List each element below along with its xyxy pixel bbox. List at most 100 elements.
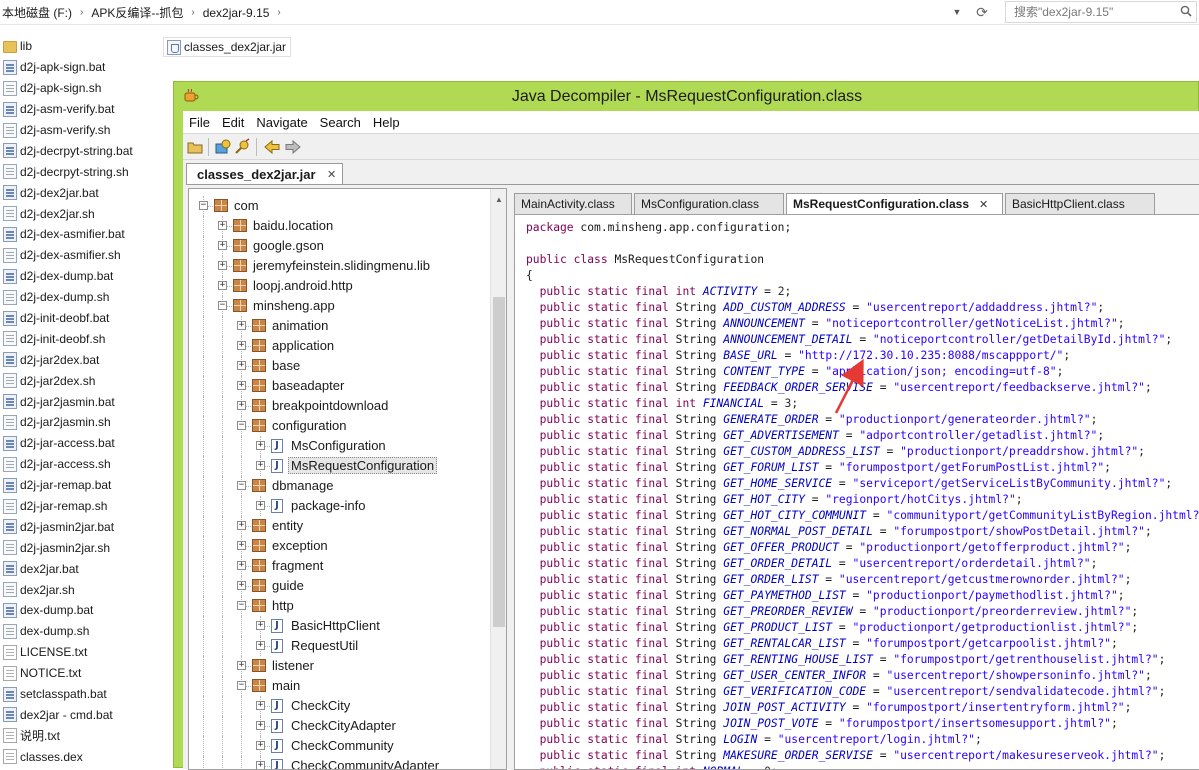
tree-package-node[interactable]: loopj.android.http (189, 276, 489, 296)
expand-icon[interactable] (218, 281, 227, 290)
tree-class-node[interactable]: J CheckCommunity (189, 736, 489, 756)
expand-icon[interactable] (256, 641, 265, 650)
file-item[interactable]: d2j-dex-asmifier.sh (0, 245, 160, 266)
expand-icon[interactable] (218, 261, 227, 270)
search-tool-icon[interactable] (233, 138, 251, 156)
file-item[interactable]: d2j-jasmin2jar.bat (0, 516, 160, 537)
forward-arrow-icon[interactable] (284, 138, 302, 156)
close-icon[interactable]: ✕ (979, 199, 988, 211)
search-input[interactable] (1006, 2, 1176, 22)
open-type-icon[interactable] (214, 138, 232, 156)
back-arrow-icon[interactable] (263, 138, 281, 156)
scrollbar-thumb[interactable] (493, 297, 505, 627)
file-item[interactable]: dex2jar.sh (0, 579, 160, 600)
tree-package-node[interactable]: baidu.location (189, 216, 489, 236)
expand-icon[interactable] (256, 461, 265, 470)
jar-file-item[interactable]: classes_dex2jar.jar (163, 37, 292, 57)
menu-edit[interactable]: Edit (216, 115, 250, 130)
file-item[interactable]: d2j-jasmin2jar.sh (0, 537, 160, 558)
menu-search[interactable]: Search (314, 115, 367, 130)
search-box[interactable] (1005, 1, 1197, 23)
file-item[interactable]: classes.dex (0, 746, 160, 767)
file-item[interactable]: dex-dump.bat (0, 600, 160, 621)
scroll-up-arrow-icon[interactable]: ▲ (495, 195, 503, 204)
file-item[interactable]: d2j-jar-remap.bat (0, 475, 160, 496)
chevron-right-icon[interactable]: › (185, 7, 200, 18)
collapse-icon[interactable] (218, 301, 227, 310)
expand-icon[interactable] (256, 701, 265, 710)
file-item[interactable]: d2j-init-deobf.sh (0, 328, 160, 349)
tree-package-node[interactable]: guide (189, 576, 489, 596)
tree-package-node[interactable]: fragment (189, 556, 489, 576)
tree-class-node[interactable]: J CheckCity (189, 696, 489, 716)
collapse-icon[interactable] (237, 421, 246, 430)
file-item[interactable]: d2j-asm-verify.sh (0, 120, 160, 141)
expand-icon[interactable] (237, 561, 246, 570)
tree-package-node[interactable]: animation (189, 316, 489, 336)
window-titlebar[interactable]: Java Decompiler - MsRequestConfiguration… (174, 82, 1199, 111)
tree-class-node[interactable]: J BasicHttpClient (189, 616, 489, 636)
expand-icon[interactable] (237, 401, 246, 410)
file-item[interactable]: d2j-dex2jar.bat (0, 182, 160, 203)
file-item[interactable]: d2j-jar-remap.sh (0, 496, 160, 517)
expand-icon[interactable] (237, 321, 246, 330)
tree-package-node[interactable]: baseadapter (189, 376, 489, 396)
package-tree[interactable]: com baidu.location google.gson jeremyfeinst… (188, 188, 507, 770)
tree-package-node[interactable]: google.gson (189, 236, 489, 256)
expand-icon[interactable] (237, 661, 246, 670)
expand-icon[interactable] (256, 721, 265, 730)
expand-icon[interactable] (256, 761, 265, 769)
tree-package-node[interactable]: http (189, 596, 489, 616)
file-item[interactable]: lib (0, 36, 160, 57)
tree-package-node[interactable]: listener (189, 656, 489, 676)
collapse-icon[interactable] (237, 601, 246, 610)
expand-icon[interactable] (237, 521, 246, 530)
tree-class-node[interactable]: J MsRequestConfiguration (189, 456, 489, 476)
menu-file[interactable]: File (183, 115, 216, 130)
chevron-right-icon[interactable]: › (271, 7, 286, 18)
expand-icon[interactable] (256, 621, 265, 630)
file-item[interactable]: d2j-decrpyt-string.sh (0, 161, 160, 182)
tree-package-node[interactable]: configuration (189, 416, 489, 436)
file-item[interactable]: d2j-init-deobf.bat (0, 308, 160, 329)
expand-icon[interactable] (256, 501, 265, 510)
file-item[interactable]: dex2jar - cmd.bat (0, 705, 160, 726)
file-item[interactable]: NOTICE.txt (0, 663, 160, 684)
file-item[interactable]: d2j-dex-dump.bat (0, 266, 160, 287)
file-item[interactable]: dex-dump.sh (0, 621, 160, 642)
tree-class-node[interactable]: J CheckCityAdapter (189, 716, 489, 736)
tree-class-node[interactable]: J RequestUtil (189, 636, 489, 656)
file-item[interactable]: d2j-jar2dex.bat (0, 349, 160, 370)
refresh-icon[interactable]: ⟳ (972, 3, 992, 21)
address-dropdown-icon[interactable]: ▼ (948, 4, 966, 20)
chevron-right-icon[interactable]: › (74, 7, 89, 18)
collapse-icon[interactable] (237, 681, 246, 690)
file-item[interactable]: dex2jar.bat (0, 558, 160, 579)
tree-package-node[interactable]: entity (189, 516, 489, 536)
expand-icon[interactable] (237, 581, 246, 590)
search-icon[interactable] (1180, 5, 1192, 17)
expand-icon[interactable] (237, 341, 246, 350)
expand-icon[interactable] (237, 541, 246, 550)
menu-help[interactable]: Help (367, 115, 406, 130)
tree-class-node[interactable]: J MsConfiguration (189, 436, 489, 456)
file-item[interactable]: LICENSE.txt (0, 642, 160, 663)
tree-package-node[interactable]: breakpointdownload (189, 396, 489, 416)
expand-icon[interactable] (237, 361, 246, 370)
tab-class-file[interactable]: BasicHttpClient.class (1005, 193, 1155, 214)
collapse-icon[interactable] (199, 201, 208, 210)
tree-scrollbar[interactable]: ▲ (490, 189, 506, 769)
tab-class-file[interactable]: MsConfiguration.class (634, 193, 784, 214)
file-item[interactable]: d2j-jar-access.sh (0, 454, 160, 475)
close-icon[interactable]: ✕ (326, 168, 338, 181)
tab-class-file[interactable]: MsRequestConfiguration.class ✕ (786, 193, 1003, 215)
file-item[interactable]: d2j-dex-asmifier.bat (0, 224, 160, 245)
file-item[interactable]: setclasspath.bat (0, 684, 160, 705)
tree-package-node[interactable]: com (189, 196, 489, 216)
tree-package-node[interactable]: application (189, 336, 489, 356)
expand-icon[interactable] (218, 241, 227, 250)
tree-package-node[interactable]: main (189, 676, 489, 696)
source-code-view[interactable]: package com.minsheng.app.configuration; … (514, 214, 1199, 770)
file-item[interactable]: 说明.txt (0, 725, 160, 746)
expand-icon[interactable] (218, 221, 227, 230)
